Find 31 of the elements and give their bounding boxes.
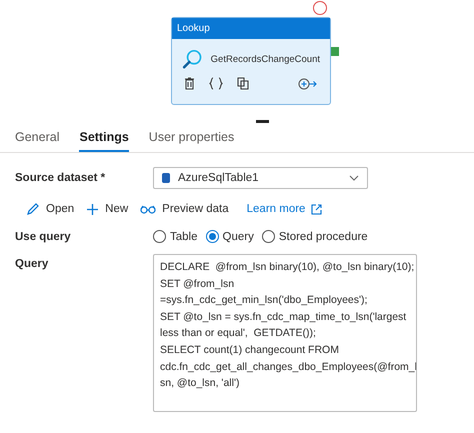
learn-more-link[interactable]: Learn more: [246, 203, 322, 215]
open-button[interactable]: Open: [26, 202, 74, 216]
database-icon: [162, 173, 170, 183]
activity-type: Lookup: [172, 18, 330, 39]
status-circle-icon: [313, 1, 327, 15]
field-label: Source dataset *: [15, 172, 106, 184]
tab[interactable]: Settings: [79, 124, 129, 152]
query-field[interactable]: DECLARE @from_lsn binary(10), @to_lsn binary(10); SET @from_lsn =sys.fn_cdc_get_min_lsn('dbo_Employees'); SET @to_lsn = sys.fn_cdc_map_time_to_lsn('largest less than or equal', GETDATE()); SELECT count(1) changecount FROM cdc.fn_cdc_get_all_changes_dbo_Employees(@from_l sn, @to_lsn, 'all'): [153, 254, 417, 412]
add-output-icon[interactable]: [298, 78, 318, 90]
resize-handle[interactable]: [256, 120, 269, 123]
radio-option[interactable]: Stored procedure: [262, 230, 368, 243]
radio-option[interactable]: Table: [153, 230, 198, 243]
field-label: Use query: [15, 230, 72, 242]
dataset-dropdown[interactable]: AzureSqlTable1: [153, 167, 368, 189]
field-label: Query: [15, 257, 50, 270]
pencil-icon: [26, 202, 40, 216]
chevron-down-icon: [349, 175, 359, 181]
external-link-icon: [311, 204, 322, 214]
tab[interactable]: General: [15, 124, 60, 152]
preview-button[interactable]: Preview data: [140, 203, 229, 215]
trash-icon[interactable]: [184, 77, 195, 90]
new-button[interactable]: New: [86, 202, 128, 216]
magnifier-icon: [182, 47, 203, 71]
activity-node[interactable]: Lookup GetRecordsChangeCount: [171, 17, 331, 105]
glasses-icon: [140, 204, 156, 214]
tab[interactable]: User properties: [148, 124, 234, 152]
copy-icon[interactable]: [237, 77, 249, 90]
activity-name: GetRecordsChangeCount: [210, 54, 320, 64]
braces-icon[interactable]: [209, 77, 223, 90]
plus-icon: [86, 202, 100, 216]
radio-option[interactable]: Query: [206, 230, 254, 243]
